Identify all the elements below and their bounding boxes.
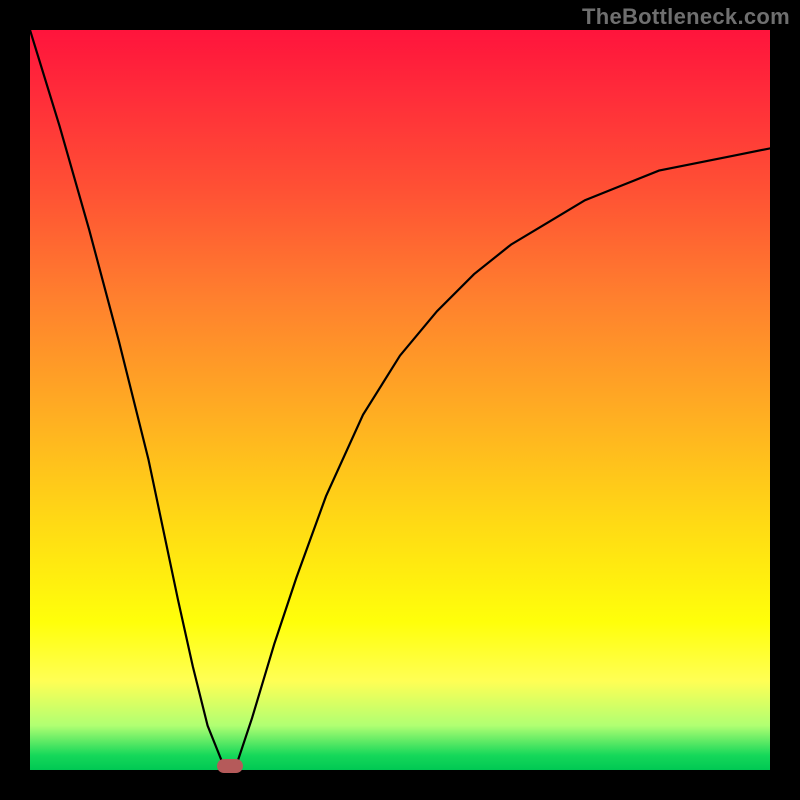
- plot-area: [30, 30, 770, 770]
- chart-frame: TheBottleneck.com: [0, 0, 800, 800]
- optimum-marker: [217, 759, 243, 773]
- watermark-text: TheBottleneck.com: [582, 4, 790, 30]
- bottleneck-curve: [30, 30, 770, 770]
- curve-path: [30, 30, 770, 770]
